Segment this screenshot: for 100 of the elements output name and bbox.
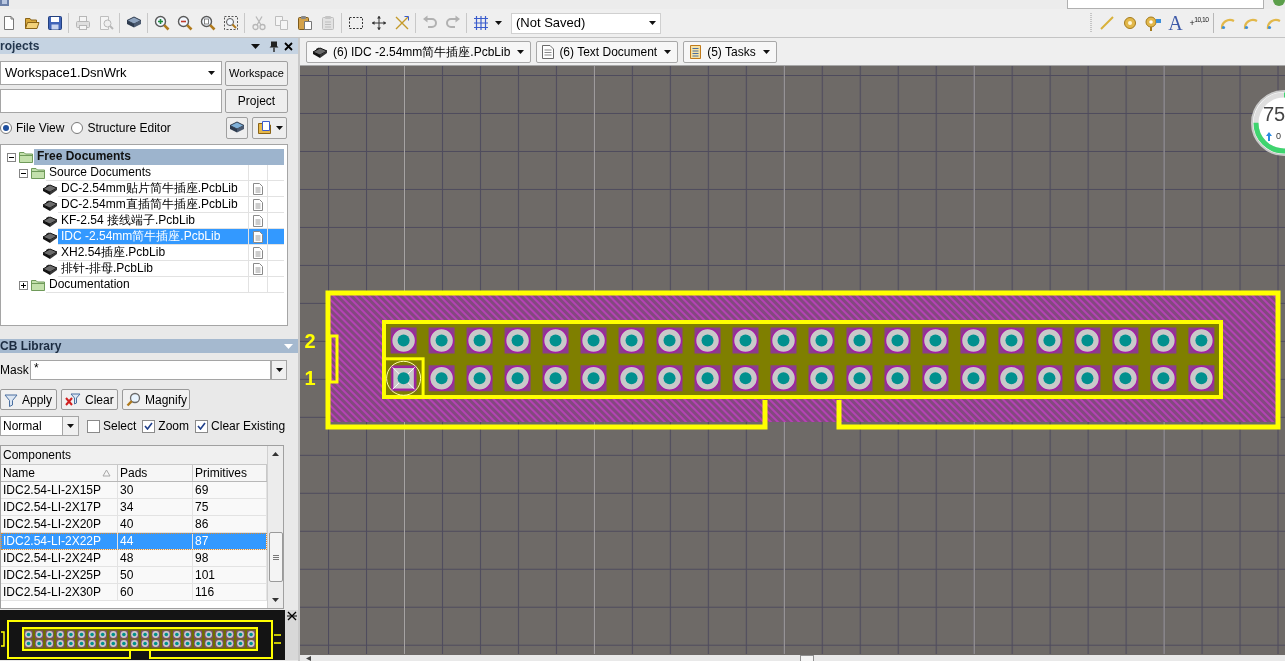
document-icon <box>253 262 263 275</box>
pin-label: 2 <box>304 329 316 352</box>
tree-item[interactable]: Free Documents <box>34 149 284 165</box>
table-row[interactable]: IDC2.54-LI-2X24P 48 98 <box>1 550 267 567</box>
dropdown-button[interactable] <box>271 360 287 380</box>
pad <box>1150 365 1177 392</box>
text-tool-button[interactable]: A <box>1164 12 1187 34</box>
caret-icon <box>275 126 283 130</box>
pin-marker <box>328 334 339 384</box>
caret-icon <box>517 49 525 54</box>
magnifier-icon <box>126 392 141 407</box>
checkbox[interactable] <box>195 419 209 433</box>
tree-item[interactable]: Documentation <box>46 277 284 293</box>
workspace-combo[interactable]: Workspace1.DsnWrk <box>0 61 222 85</box>
pad-icon[interactable] <box>1121 15 1138 31</box>
vertical-scrollbar[interactable] <box>267 446 283 608</box>
pad <box>846 327 873 354</box>
checkbox[interactable] <box>87 419 100 433</box>
table-cell: IDC2.54-LI-2X30P <box>1 584 118 601</box>
project-field[interactable] <box>0 89 222 113</box>
checkbox-label[interactable]: Clear Existing <box>211 417 286 435</box>
scroll-down-icon[interactable] <box>272 598 279 602</box>
table-row[interactable]: IDC2.54-LI-2X15P 30 69 <box>1 482 267 499</box>
coordinate-tool-button[interactable]: +$^{10,10}$ <box>1187 12 1211 34</box>
document-dropdown[interactable]: (5) Tasks <box>683 40 777 63</box>
document-icon <box>253 230 263 243</box>
crossed-arrows-icon[interactable] <box>393 15 410 31</box>
document-icon <box>253 182 263 195</box>
expand-icon[interactable] <box>19 280 28 290</box>
pad <box>1150 327 1177 354</box>
document-dropdown[interactable]: (6) Text Document <box>536 40 679 63</box>
checkbox[interactable] <box>142 419 156 433</box>
filter-button[interactable]: Clear <box>61 389 118 410</box>
panel-title: CB Library <box>0 339 62 353</box>
project-button[interactable]: Project <box>225 89 288 113</box>
radio-button[interactable] <box>0 122 12 134</box>
collapse-icon[interactable] <box>7 152 16 162</box>
radio-label[interactable]: File View <box>16 119 65 137</box>
tree-item[interactable]: 排针-排母.PcbLib <box>58 261 284 277</box>
scrollbar-thumb[interactable] <box>268 532 283 582</box>
pad <box>922 327 949 354</box>
close-icon[interactable] <box>284 41 293 51</box>
radio-button[interactable] <box>71 122 84 134</box>
document-icon <box>253 246 263 259</box>
zoom-area-icon[interactable] <box>222 15 239 31</box>
table-row[interactable]: IDC2.54-LI-2X17P 34 75 <box>1 499 267 516</box>
zoom-in-icon[interactable] <box>153 15 170 31</box>
folder-icon <box>31 167 45 179</box>
caret-icon <box>67 424 74 428</box>
scrollbar-thumb[interactable] <box>800 655 814 661</box>
pad <box>998 327 1025 354</box>
pin-icon[interactable] <box>269 40 279 52</box>
pad <box>1074 327 1101 354</box>
pad-with-flag-icon[interactable] <box>1144 15 1161 31</box>
panel-title: rojects <box>0 39 40 53</box>
panel-toggle-icon[interactable] <box>286 611 297 621</box>
collapse-icon[interactable] <box>19 168 28 178</box>
document-combo[interactable]: (Not Saved) <box>511 12 661 34</box>
table-row[interactable]: IDC2.54-LI-2X20P 40 86 <box>1 516 267 533</box>
pin-label: 1 <box>304 367 316 390</box>
pad <box>960 327 987 354</box>
document-icon <box>253 198 263 211</box>
layers-button[interactable] <box>226 117 248 139</box>
workspace-button[interactable]: Workspace <box>225 61 288 86</box>
mode-combo[interactable]: Normal <box>0 416 79 436</box>
table-row[interactable]: IDC2.54-LI-2X25P 50 101 <box>1 567 267 584</box>
task-list-icon <box>689 44 703 59</box>
grid-icon[interactable] <box>472 15 489 31</box>
selection-rectangle-icon[interactable] <box>347 15 364 31</box>
checkbox-label[interactable]: Select <box>103 417 137 435</box>
pad <box>808 327 835 354</box>
pad <box>1112 327 1139 354</box>
table-row[interactable]: IDC2.54-LI-2X30P 60 116 <box>1 584 267 601</box>
filter-button[interactable]: Magnify <box>122 389 190 410</box>
zoom-out-icon[interactable] <box>176 15 193 31</box>
mask-field[interactable]: * <box>30 360 271 380</box>
filter-button[interactable]: Apply <box>0 389 57 410</box>
pad <box>922 365 949 392</box>
pad <box>1188 365 1215 392</box>
save-icon[interactable] <box>46 15 63 31</box>
caret-icon <box>664 49 672 54</box>
folder-options-button[interactable] <box>252 117 287 139</box>
scroll-up-icon[interactable] <box>272 452 279 456</box>
open-folder-icon[interactable] <box>23 15 40 31</box>
panel-menu-icon[interactable] <box>251 43 260 49</box>
toolbar-grip-icon[interactable] <box>1089 13 1093 33</box>
column-header[interactable]: Name <box>1 465 118 481</box>
checkbox-label[interactable]: Zoom <box>158 417 190 435</box>
zoom-fit-icon[interactable] <box>199 15 216 31</box>
document-dropdown[interactable]: (6) IDC -2.54mm简牛插座.PcbLib <box>306 40 532 63</box>
paste-icon[interactable] <box>296 15 313 31</box>
pad <box>580 365 607 392</box>
move-icon[interactable] <box>370 15 387 31</box>
pad <box>808 365 835 392</box>
folder-icon <box>31 279 45 291</box>
column-header[interactable]: Pads <box>118 465 193 481</box>
radio-label[interactable]: Structure Editor <box>87 119 171 137</box>
pad <box>466 365 493 392</box>
usage-rate: 0 <box>1276 131 1281 142</box>
table-caption: Components <box>2 447 72 464</box>
